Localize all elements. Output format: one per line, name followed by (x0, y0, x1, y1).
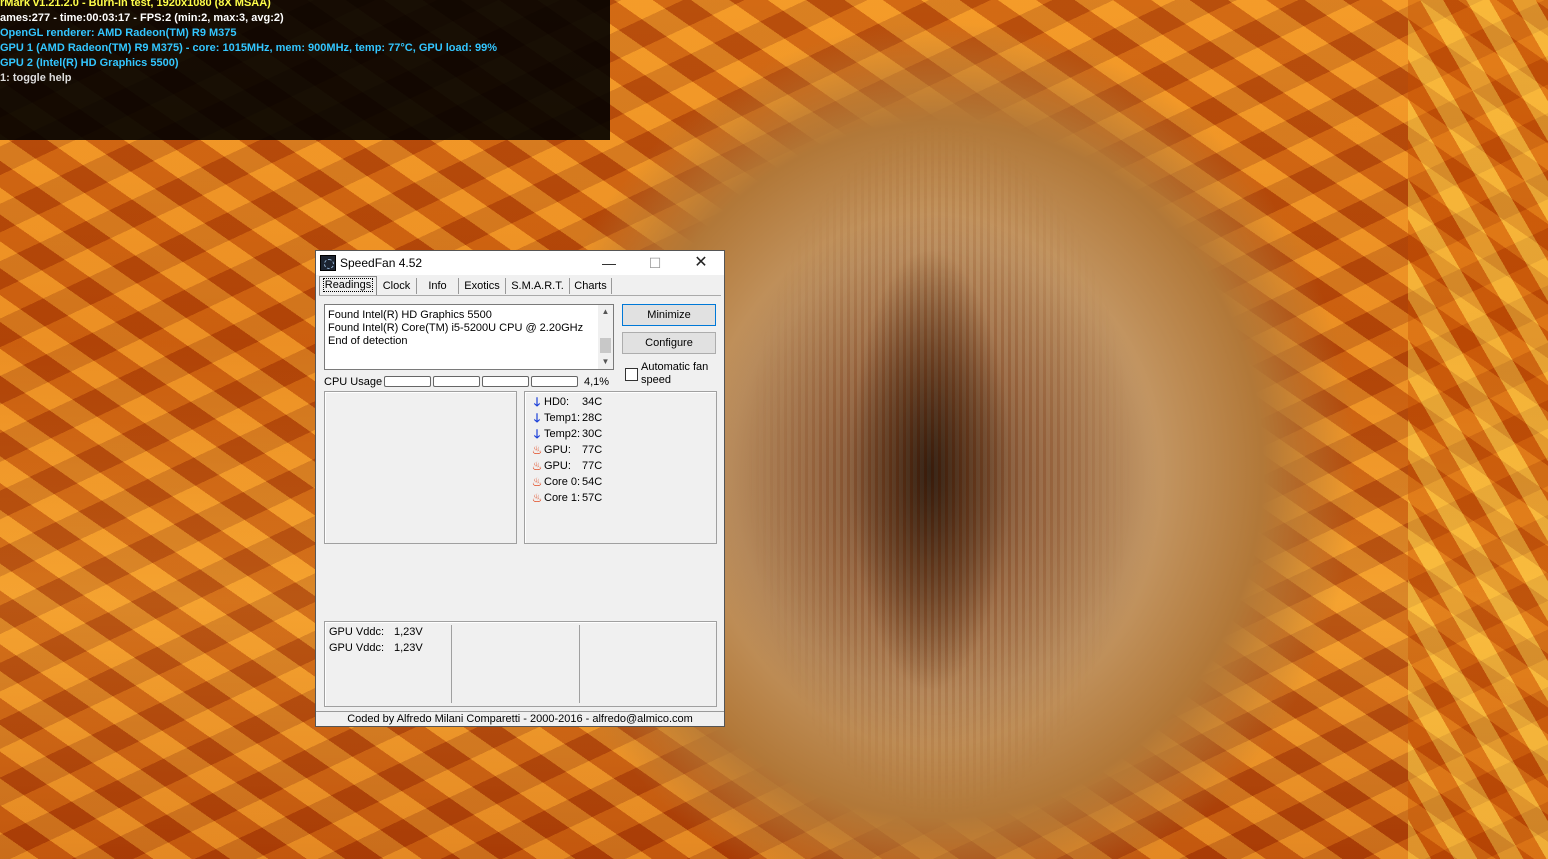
background-pattern-right (1408, 0, 1548, 859)
tab-exotics[interactable]: Exotics (459, 278, 506, 294)
log-line: Found Intel(R) Core(TM) i5-5200U CPU @ 2… (328, 322, 584, 334)
status-bar: Coded by Alfredo Milani Comparetti - 200… (316, 711, 724, 727)
cpu-core-bar (482, 376, 529, 387)
window-close-button[interactable]: ✕ (678, 251, 724, 275)
tab-divider (319, 295, 721, 296)
tab-readings[interactable]: Readings (319, 276, 377, 295)
osd-title-line: rMark v1.21.2.0 - Burn-in test, 1920x108… (0, 0, 271, 9)
arrow-down-icon: 🡓 (533, 411, 541, 425)
tab-smart[interactable]: S.M.A.R.T. (506, 278, 570, 294)
automatic-fan-speed-label[interactable]: Automatic fan speed (641, 361, 721, 387)
window-title: SpeedFan 4.52 (340, 256, 423, 270)
temperatures-panel: 🡓 HD0: 34C 🡓 Temp1: 28C 🡓 Temp2: 30C ♨ G… (524, 391, 717, 544)
flame-icon: ♨ (531, 443, 543, 457)
scroll-thumb[interactable] (600, 338, 611, 353)
title-bar[interactable]: SpeedFan 4.52 — ☐ ✕ (316, 251, 724, 275)
configure-button[interactable]: Configure (622, 332, 716, 354)
cpu-usage-value: 4,1% (584, 376, 610, 388)
window-maximize-button[interactable]: ☐ (632, 251, 678, 275)
voltage-column-divider (579, 625, 580, 703)
background-fur-streaks (700, 0, 1180, 859)
osd-gpu1-line: GPU 1 (AMD Radeon(TM) R9 M375) - core: 1… (0, 42, 498, 54)
arrow-down-icon: 🡓 (533, 427, 541, 441)
detection-log[interactable]: Found Intel(R) HD Graphics 5500 Found In… (324, 304, 614, 370)
furmark-osd: rMark v1.21.2.0 - Burn-in test, 1920x108… (0, 0, 610, 140)
tab-clock[interactable]: Clock (377, 278, 417, 294)
voltage-column-divider (451, 625, 452, 703)
voltages-panel: GPU Vddc: 1,23V GPU Vddc: 1,23V (324, 621, 717, 707)
log-scrollbar[interactable]: ▲ ▼ (598, 305, 613, 369)
flame-icon: ♨ (531, 459, 543, 473)
window-minimize-button[interactable]: — (586, 251, 632, 275)
cpu-core-bar (384, 376, 431, 387)
arrow-down-icon: 🡓 (533, 395, 541, 409)
minimize-button[interactable]: Minimize (622, 304, 716, 326)
tab-strip: Readings Clock Info Exotics S.M.A.R.T. C… (319, 276, 723, 296)
osd-renderer-line: OpenGL renderer: AMD Radeon(TM) R9 M375 (0, 27, 237, 39)
flame-icon: ♨ (531, 475, 543, 489)
log-line: Found Intel(R) HD Graphics 5500 (328, 309, 492, 321)
automatic-fan-speed-checkbox[interactable] (625, 368, 638, 381)
flame-icon: ♨ (531, 491, 543, 505)
cpu-core-bar (531, 376, 578, 387)
fan-speed-panel (324, 391, 517, 544)
log-line: End of detection (328, 335, 408, 347)
tab-info[interactable]: Info (417, 278, 459, 294)
speedfan-app-icon (320, 255, 336, 271)
tab-charts[interactable]: Charts (570, 278, 612, 294)
osd-gpu2-line: GPU 2 (Intel(R) HD Graphics 5500) (0, 57, 179, 69)
speedfan-window: SpeedFan 4.52 — ☐ ✕ Readings Clock Info … (315, 250, 725, 727)
osd-help-line: 1: toggle help (0, 72, 72, 84)
scroll-up-icon[interactable]: ▲ (598, 305, 613, 319)
osd-stats-line: ames:277 - time:00:03:17 - FPS:2 (min:2,… (0, 12, 284, 24)
scroll-down-icon[interactable]: ▼ (598, 355, 613, 369)
log-text: Found Intel(R) HD Graphics 5500 Found In… (328, 309, 583, 348)
cpu-usage-label: CPU Usage (324, 376, 383, 388)
cpu-core-bar (433, 376, 480, 387)
